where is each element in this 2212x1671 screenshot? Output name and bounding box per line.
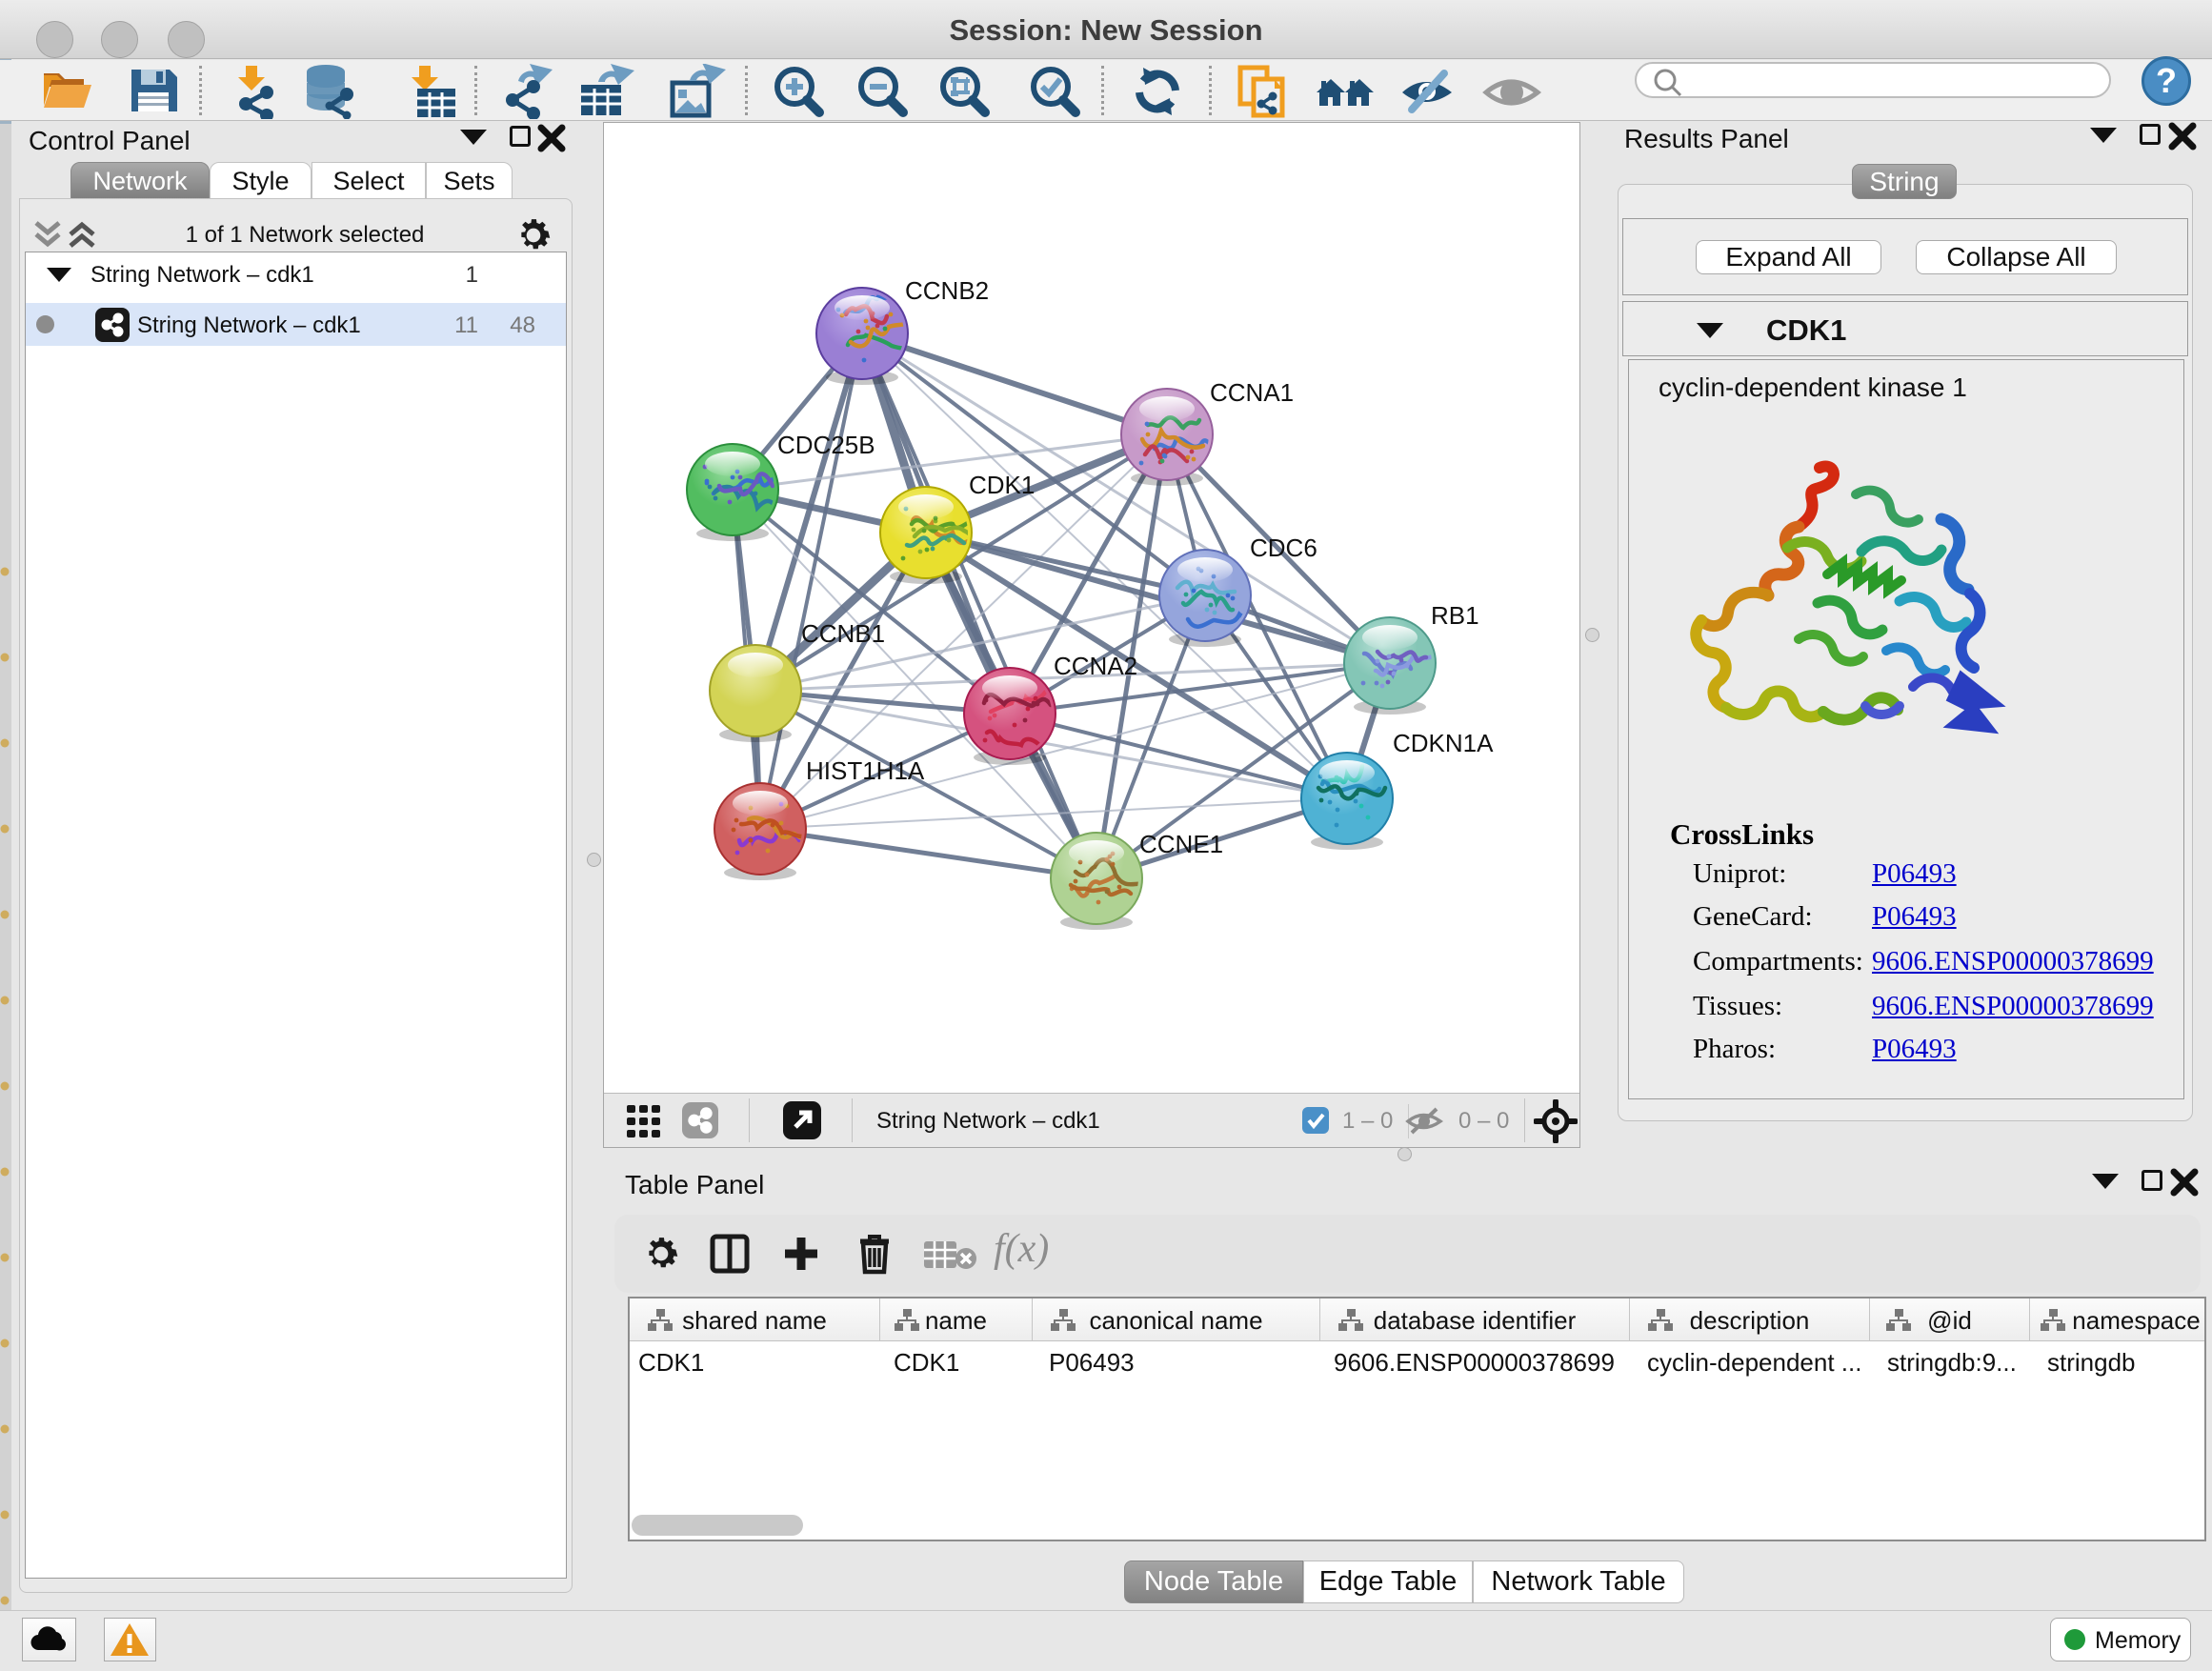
svg-text:HIST1H1A: HIST1H1A bbox=[806, 756, 925, 785]
svg-text:CCNB1: CCNB1 bbox=[801, 619, 885, 648]
svg-text:CDKN1A: CDKN1A bbox=[1393, 729, 1494, 757]
svg-text:CDC6: CDC6 bbox=[1250, 534, 1317, 562]
svg-text:RB1: RB1 bbox=[1431, 601, 1479, 630]
svg-text:CCNB2: CCNB2 bbox=[905, 276, 989, 305]
svg-text:CCNA2: CCNA2 bbox=[1054, 652, 1137, 680]
svg-text:CCNA1: CCNA1 bbox=[1210, 378, 1294, 407]
svg-text:CDC25B: CDC25B bbox=[777, 431, 875, 459]
svg-text:CDK1: CDK1 bbox=[969, 471, 1035, 499]
svg-text:CCNE1: CCNE1 bbox=[1139, 830, 1223, 858]
